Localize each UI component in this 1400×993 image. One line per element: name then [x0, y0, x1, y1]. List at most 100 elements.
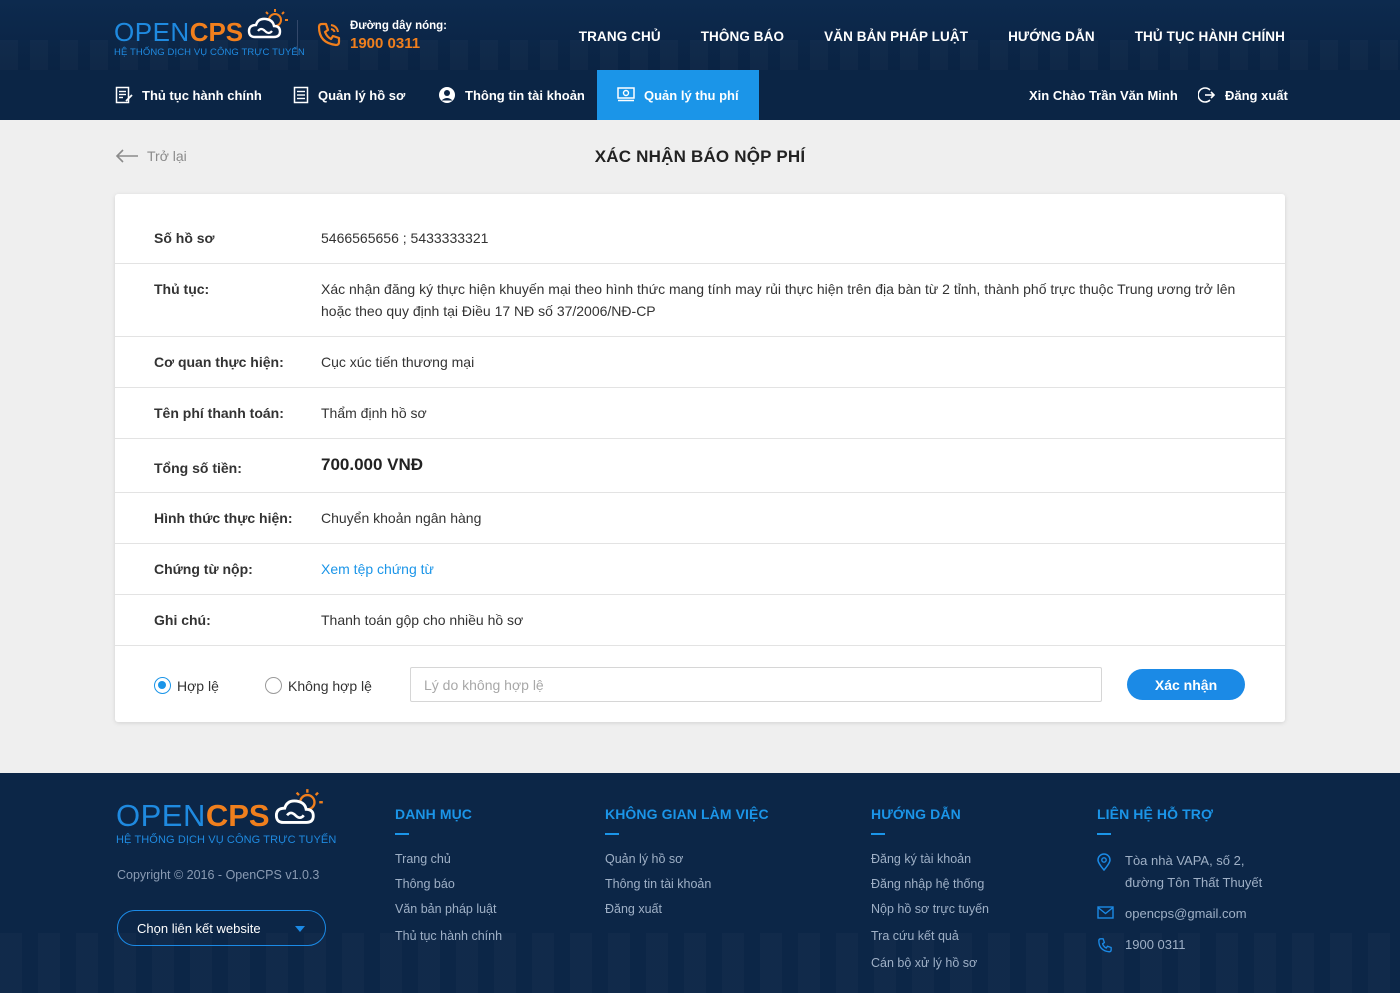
contact-phone-value: 1900 0311 [1125, 937, 1186, 952]
detail-value: Cục xúc tiến thương mại [321, 354, 475, 370]
footer-link[interactable]: Thông báo [395, 875, 502, 900]
footer-link[interactable]: Văn bản pháp luật [395, 900, 502, 927]
page-title: XÁC NHẬN BÁO NỘP PHÍ [594, 147, 806, 166]
document-edit-icon [115, 86, 133, 104]
footer-col-title: LIÊN HỆ HỖ TRỢ [1097, 806, 1214, 822]
amount-value: 700.000 VNĐ [321, 455, 424, 474]
subnav-item-thu-tuc-hanh-chinh[interactable]: Thủ tục hành chính [115, 70, 262, 120]
footer-link[interactable]: Tra cứu kết quả [871, 927, 989, 954]
detail-row-co-quan: Cơ quan thực hiện: Cục xúc tiến thương m… [115, 337, 1285, 388]
validation-actions: Hợp lệ Không hợp lệ Xác nhận [115, 646, 1285, 722]
detail-row-so-ho-so: Số hồ sơ 5466565656 ; 5433333321 [115, 194, 1285, 264]
footer-col-huong-dan: HƯỚNG DẪN Đăng ký tài khoản Đăng nhập hệ… [871, 806, 989, 979]
copyright: Copyright © 2016 - OpenCPS v1.0.3 [117, 868, 320, 882]
subnav-label: Quản lý hồ sơ [318, 87, 406, 103]
chevron-down-icon [295, 926, 305, 932]
cloud-sun-icon [274, 789, 324, 830]
fee-confirmation-card: Số hồ sơ 5466565656 ; 5433333321 Thủ tục… [115, 194, 1285, 722]
logo-tagline: HỆ THỐNG DỊCH VỤ CÔNG TRỰC TUYẾN [116, 834, 337, 846]
radio-valid-label: Hợp lệ [177, 677, 219, 694]
nav-thong-bao[interactable]: THÔNG BÁO [701, 29, 784, 44]
detail-value: Chuyển khoản ngân hàng [321, 510, 482, 526]
contact-phone: 1900 0311 [1097, 934, 1262, 956]
subnav-label: Thủ tục hành chính [142, 87, 262, 103]
file-list-icon [293, 86, 309, 104]
footer-col-lien-he: LIÊN HỆ HỖ TRỢ Tòa nhà VAPA, số 2, đường… [1097, 806, 1262, 965]
logo-text-open: OPEN [114, 17, 190, 47]
confirm-button[interactable]: Xác nhận [1127, 669, 1245, 700]
detail-label: Cơ quan thực hiện: [154, 354, 284, 370]
footer-link[interactable]: Đăng ký tài khoản [871, 850, 989, 875]
address-line-2: đường Tôn Thất Thuyết [1125, 875, 1263, 890]
detail-label: Hình thức thực hiện: [154, 510, 293, 526]
radio-invalid[interactable]: Không hợp lệ [265, 677, 372, 694]
contact-email: opencps@gmail.com [1097, 903, 1262, 925]
radio-circle[interactable] [154, 677, 171, 694]
user-greeting: Xin Chào Trần Văn Minh [1029, 87, 1178, 103]
footer-link[interactable]: Đăng xuất [605, 900, 769, 925]
subnav-item-quan-ly-thu-phi[interactable]: Quản lý thu phí [597, 70, 759, 120]
footer-link[interactable]: Trang chủ [395, 850, 502, 875]
footer-link[interactable]: Cán bộ xử lý hồ sơ [871, 954, 989, 979]
logout-button[interactable]: Đăng xuất [1198, 70, 1288, 120]
detail-value: Thanh toán gộp cho nhiều hồ sơ [321, 612, 524, 628]
footer-col-title: KHÔNG GIAN LÀM VIỆC [605, 806, 769, 822]
logout-icon [1198, 86, 1216, 104]
radio-circle[interactable] [265, 677, 282, 694]
footer-link[interactable]: Thủ tục hành chính [395, 927, 502, 952]
hotline: Đường dây nóng: 1900 0311 [316, 20, 447, 52]
radio-invalid-label: Không hợp lệ [288, 677, 372, 694]
select-label: Chọn liên kết website [137, 920, 261, 936]
money-icon [617, 87, 635, 103]
logo-text-open: OPEN [116, 798, 206, 833]
hotline-number: 1900 0311 [350, 35, 421, 52]
detail-label: Chứng từ nộp: [154, 561, 253, 577]
detail-label: Tên phí thanh toán: [154, 405, 284, 421]
footer-col-title: HƯỚNG DẪN [871, 806, 961, 822]
nav-van-ban-phap-luat[interactable]: VĂN BẢN PHÁP LUẬT [824, 29, 968, 44]
title-underline [871, 833, 885, 835]
detail-label: Số hồ sơ [154, 230, 215, 246]
contact-email-value[interactable]: opencps@gmail.com [1125, 903, 1247, 925]
nav-trang-chu[interactable]: TRANG CHỦ [579, 29, 661, 44]
phone-icon [316, 21, 342, 52]
phone-icon [1097, 934, 1125, 953]
footer-logo[interactable]: OPEN CPS HỆ THỐNG DỊCH VỤ CÔNG TRỰC TUYẾ… [116, 789, 337, 846]
logo-tagline: HỆ THỐNG DỊCH VỤ CÔNG TRỰC TUYẾN [114, 47, 305, 58]
detail-label: Ghi chú: [154, 612, 211, 628]
detail-row-thu-tuc: Thủ tục: Xác nhận đăng ký thực hiện khuy… [115, 264, 1285, 337]
logo-text-cps: CPS [205, 798, 270, 833]
opencps-logo[interactable]: OPEN CPS HỆ THỐNG DỊCH VỤ CÔNG TRỰC TUYẾ… [114, 9, 305, 58]
detail-row-hinh-thuc: Hình thức thực hiện: Chuyển khoản ngân h… [115, 493, 1285, 544]
sub-nav: Thủ tục hành chính Quản lý hồ sơ Thông t… [0, 70, 1400, 120]
detail-row-ten-phi: Tên phí thanh toán: Thẩm định hồ sơ [115, 388, 1285, 439]
nav-huong-dan[interactable]: HƯỚNG DẪN [1008, 29, 1095, 44]
footer: OPEN CPS HỆ THỐNG DỊCH VỤ CÔNG TRỰC TUYẾ… [0, 773, 1400, 993]
subnav-label: Quản lý thu phí [644, 87, 739, 103]
map-pin-icon [1097, 850, 1125, 871]
detail-row-ghi-chu: Ghi chú: Thanh toán gộp cho nhiều hồ sơ [115, 595, 1285, 646]
main-nav: TRANG CHỦ THÔNG BÁO VĂN BẢN PHÁP LUẬT HƯ… [579, 29, 1285, 44]
subnav-label: Thông tin tài khoản [465, 87, 585, 103]
nav-thu-tuc-hanh-chinh[interactable]: THỦ TỤC HÀNH CHÍNH [1135, 29, 1285, 44]
title-underline [395, 833, 409, 835]
subnav-item-thong-tin-tai-khoan[interactable]: Thông tin tài khoản [438, 70, 585, 120]
invalid-reason-input[interactable] [410, 667, 1102, 702]
detail-label: Thủ tục: [154, 281, 210, 297]
subnav-item-quan-ly-ho-so[interactable]: Quản lý hồ sơ [293, 70, 405, 120]
website-link-select[interactable]: Chọn liên kết website [117, 910, 326, 946]
view-receipt-link[interactable]: Xem tệp chứng từ [321, 558, 434, 580]
radio-valid[interactable]: Hợp lệ [154, 677, 219, 694]
detail-value: Xác nhận đăng ký thực hiện khuyến mại th… [321, 281, 1236, 319]
title-underline [605, 833, 619, 835]
detail-row-tong-so-tien: Tổng số tiền: 700.000 VNĐ [115, 439, 1285, 493]
footer-link[interactable]: Quản lý hồ sơ [605, 850, 769, 875]
footer-col-danh-muc: DANH MỤC Trang chủ Thông báo Văn bản phá… [395, 806, 502, 952]
footer-col-khong-gian: KHÔNG GIAN LÀM VIỆC Quản lý hồ sơ Thông … [605, 806, 769, 925]
footer-link[interactable]: Đăng nhập hệ thống [871, 875, 989, 900]
cloud-sun-icon [247, 9, 289, 44]
address-line-1: Tòa nhà VAPA, số 2, [1125, 853, 1245, 868]
footer-link[interactable]: Nộp hồ sơ trực tuyến [871, 900, 989, 927]
footer-link[interactable]: Thông tin tài khoản [605, 875, 769, 900]
title-underline [1097, 833, 1111, 835]
